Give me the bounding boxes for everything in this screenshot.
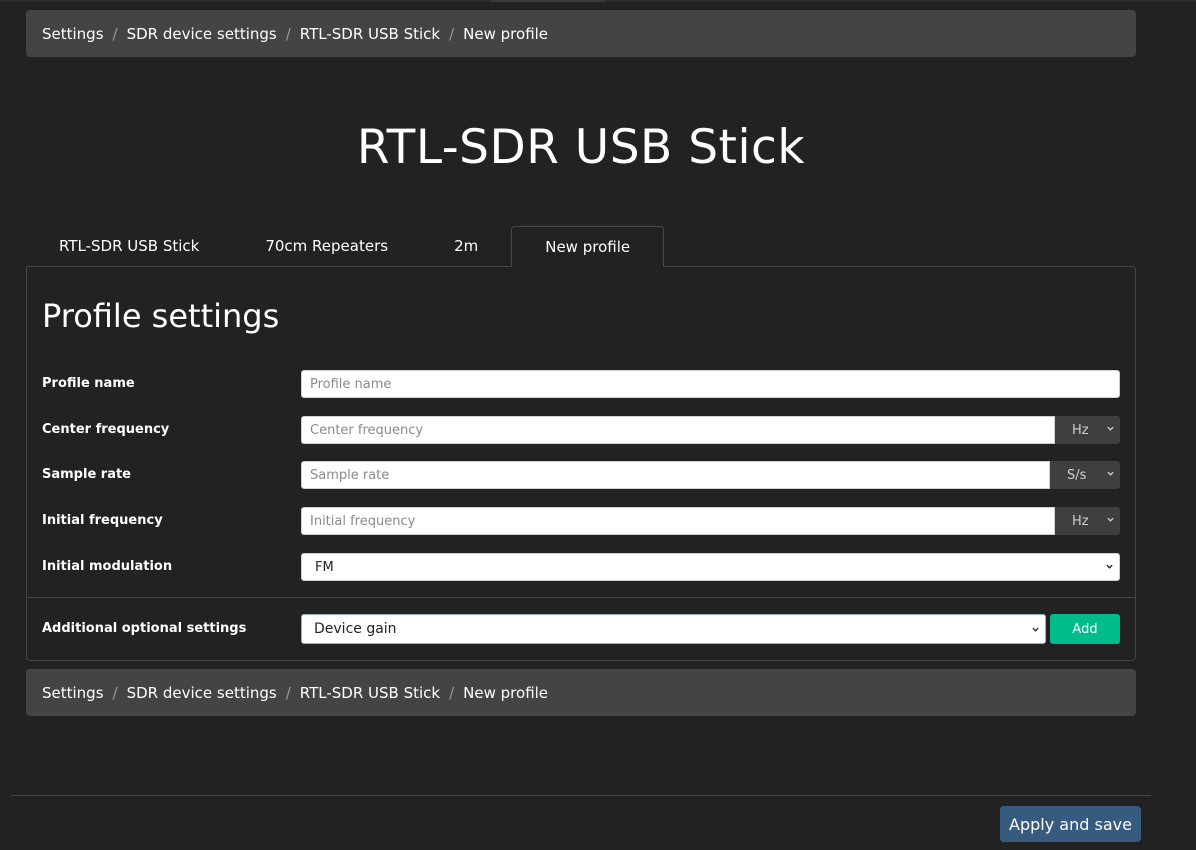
- center-frequency-unit-select[interactable]: Hz: [1055, 416, 1120, 444]
- tab-rtl-sdr-usb-stick[interactable]: RTL-SDR USB Stick: [26, 226, 232, 267]
- tab-70cm-repeaters[interactable]: 70cm Repeaters: [232, 226, 421, 267]
- top-edge-accent: [490, 0, 605, 2]
- initial-modulation-row: Initial modulation FM: [42, 553, 1120, 581]
- sample-rate-input[interactable]: [301, 461, 1050, 489]
- profile-tabs: RTL-SDR USB Stick 70cm Repeaters 2m New …: [26, 226, 665, 267]
- breadcrumb-separator: /: [112, 683, 118, 702]
- breadcrumb-separator: /: [449, 24, 455, 43]
- apply-and-save-button[interactable]: Apply and save: [1000, 806, 1141, 842]
- profile-name-label: Profile name: [42, 376, 135, 391]
- chevron-down-icon: [1107, 517, 1114, 522]
- initial-frequency-unit-select[interactable]: Hz: [1055, 507, 1120, 535]
- profile-settings-heading: Profile settings: [42, 297, 280, 335]
- sample-rate-unit: S/s: [1067, 467, 1087, 483]
- breadcrumb-sdr-device-settings[interactable]: SDR device settings: [127, 684, 277, 702]
- initial-frequency-label: Initial frequency: [42, 513, 163, 528]
- chevron-down-icon: [1107, 471, 1114, 476]
- section-divider: [27, 597, 1135, 598]
- additional-settings-value: Device gain: [314, 621, 397, 637]
- breadcrumb-bottom: Settings / SDR device settings / RTL-SDR…: [26, 669, 1136, 716]
- breadcrumb-current: New profile: [463, 683, 549, 702]
- sample-rate-row: Sample rate S/s: [42, 461, 1120, 489]
- profile-name-row: Profile name: [42, 370, 1120, 398]
- profile-settings-panel: Profile settings Profile name Center fre…: [26, 266, 1136, 661]
- sample-rate-unit-select[interactable]: S/s: [1050, 461, 1120, 489]
- center-frequency-label: Center frequency: [42, 422, 170, 437]
- breadcrumb-sdr-device-settings[interactable]: SDR device settings: [127, 25, 277, 43]
- additional-settings-row: Additional optional settings Device gain…: [42, 614, 1120, 644]
- breadcrumb-settings[interactable]: Settings: [42, 25, 104, 43]
- center-frequency-unit: Hz: [1072, 422, 1089, 438]
- breadcrumb-separator: /: [285, 683, 291, 702]
- additional-settings-label: Additional optional settings: [42, 621, 247, 636]
- tab-new-profile[interactable]: New profile: [511, 226, 665, 267]
- initial-modulation-label: Initial modulation: [42, 559, 173, 574]
- additional-settings-select[interactable]: Device gain: [301, 614, 1046, 644]
- initial-frequency-unit: Hz: [1072, 513, 1089, 529]
- profile-name-input[interactable]: [301, 370, 1120, 398]
- breadcrumb-separator: /: [112, 24, 118, 43]
- breadcrumb-separator: /: [449, 683, 455, 702]
- chevron-down-icon: [1106, 564, 1113, 569]
- page-title: RTL-SDR USB Stick: [356, 120, 806, 175]
- breadcrumb-separator: /: [285, 24, 291, 43]
- breadcrumb-device[interactable]: RTL-SDR USB Stick: [300, 684, 440, 702]
- initial-frequency-input[interactable]: [301, 507, 1055, 535]
- breadcrumb-current: New profile: [463, 24, 549, 43]
- center-frequency-input[interactable]: [301, 416, 1055, 444]
- initial-modulation-select[interactable]: FM: [301, 553, 1120, 581]
- initial-frequency-row: Initial frequency Hz: [42, 507, 1120, 535]
- chevron-down-icon: [1107, 426, 1114, 431]
- breadcrumb-device[interactable]: RTL-SDR USB Stick: [300, 25, 440, 43]
- initial-modulation-value: FM: [315, 559, 334, 575]
- chevron-down-icon: [1032, 627, 1039, 632]
- tab-2m[interactable]: 2m: [421, 226, 511, 267]
- add-setting-button[interactable]: Add: [1050, 614, 1120, 644]
- breadcrumb-settings[interactable]: Settings: [42, 684, 104, 702]
- breadcrumb-top: Settings / SDR device settings / RTL-SDR…: [26, 10, 1136, 57]
- center-frequency-row: Center frequency Hz: [42, 416, 1120, 444]
- sample-rate-label: Sample rate: [42, 467, 132, 482]
- footer-divider: [11, 795, 1151, 796]
